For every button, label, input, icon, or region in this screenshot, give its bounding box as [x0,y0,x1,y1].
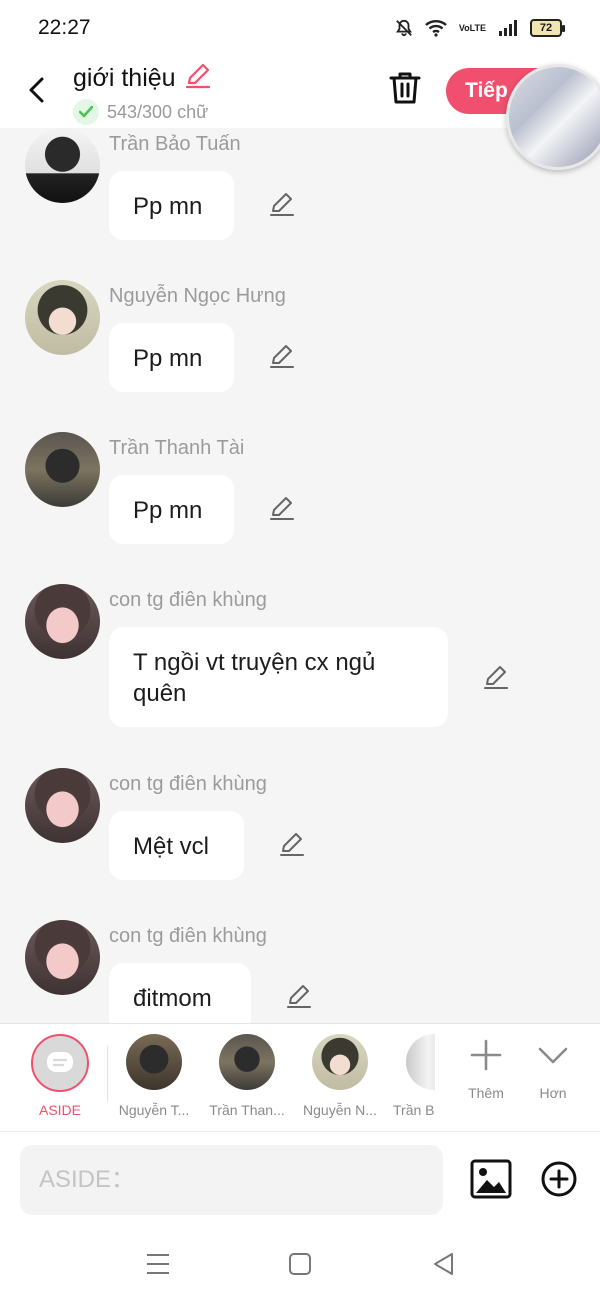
edit-icon[interactable] [268,343,296,371]
signal-icon [498,20,518,36]
insert-image-button[interactable] [470,1159,512,1199]
edit-icon[interactable] [278,831,306,859]
chevron-left-icon [29,77,44,103]
character-item[interactable]: Trần Than... [207,1034,287,1118]
character-item[interactable]: Nguyễn N... [300,1034,380,1118]
page-title: giới thiệu [73,64,176,92]
message-bubble[interactable]: Pp mn [109,171,234,240]
composer [0,1131,600,1231]
character-item[interactable]: Nguyễn T... [114,1034,194,1118]
edit-title-icon[interactable] [184,62,212,95]
sender-name: con tg điên khùng [109,925,267,947]
edit-icon[interactable] [268,495,296,523]
avatar [126,1034,182,1090]
avatar [219,1034,275,1090]
chevron-down-icon [538,1047,568,1064]
menu-icon[interactable] [144,1251,172,1277]
status-time: 22:27 [38,16,91,39]
edit-icon[interactable] [268,191,296,219]
edit-icon[interactable] [285,983,313,1011]
title-block: giới thiệu 543/300 chữ [73,62,212,125]
message-bubble[interactable]: T ngồi vt truyện cx ngủ quên [109,627,448,727]
character-item[interactable]: Trần B [393,1034,435,1118]
aside-selector[interactable]: ASIDE [21,1034,99,1118]
add-character-button[interactable]: Thêm [456,1038,516,1101]
sender-name: con tg điên khùng [109,773,267,795]
avatar [406,1034,435,1090]
trash-icon [389,72,421,104]
sender-name: Trần Thanh Tài [109,437,245,459]
character-tray: ASIDE Nguyễn T... Trần Than... Nguyễn N.… [0,1023,600,1131]
sender-name: con tg điên khùng [109,589,267,611]
system-nav-bar [0,1231,600,1300]
avatar[interactable] [25,432,100,507]
avatar[interactable] [25,920,100,995]
back-button[interactable] [22,72,54,108]
message-bubble-icon [47,1052,73,1072]
aside-label: ASIDE [38,1102,81,1118]
message-bubble[interactable]: Pp mn [109,475,234,544]
message-input[interactable] [20,1145,443,1215]
bell-off-icon [395,19,413,37]
plus-icon [470,1039,502,1071]
home-icon[interactable] [286,1251,314,1277]
avatar[interactable] [25,584,100,659]
battery-icon: 72 [530,19,565,37]
message-bubble[interactable]: đitmom [109,963,251,1023]
delete-button[interactable] [388,70,422,106]
image-icon [470,1159,512,1199]
back-triangle-icon[interactable] [430,1251,458,1277]
message-bubble[interactable]: Mệt vcl [109,811,244,880]
avatar[interactable] [25,128,100,203]
avatar[interactable] [25,280,100,355]
status-icons: Vo LTE 72 [395,19,565,37]
word-count: 543/300 chữ [107,101,209,122]
status-bar: 22:27 Vo LTE 72 [0,0,600,56]
check-icon [73,99,99,125]
wifi-icon [425,19,447,37]
avatar[interactable] [25,768,100,843]
avatar [312,1034,368,1090]
plus-circle-icon [541,1161,577,1197]
edit-icon[interactable] [482,664,510,692]
volte-icon: Vo LTE [458,22,486,33]
sender-name: Nguyễn Ngọc Hưng [109,285,286,307]
more-button[interactable]: Hơn [523,1038,583,1101]
sender-name: Trần Bảo Tuấn [109,133,241,155]
divider [107,1046,108,1102]
message-bubble[interactable]: Pp mn [109,323,234,392]
add-button[interactable] [540,1160,578,1198]
message-list[interactable]: Trần Bảo Tuấn Pp mn Nguyễn Ngọc Hưng Pp … [0,128,600,1023]
